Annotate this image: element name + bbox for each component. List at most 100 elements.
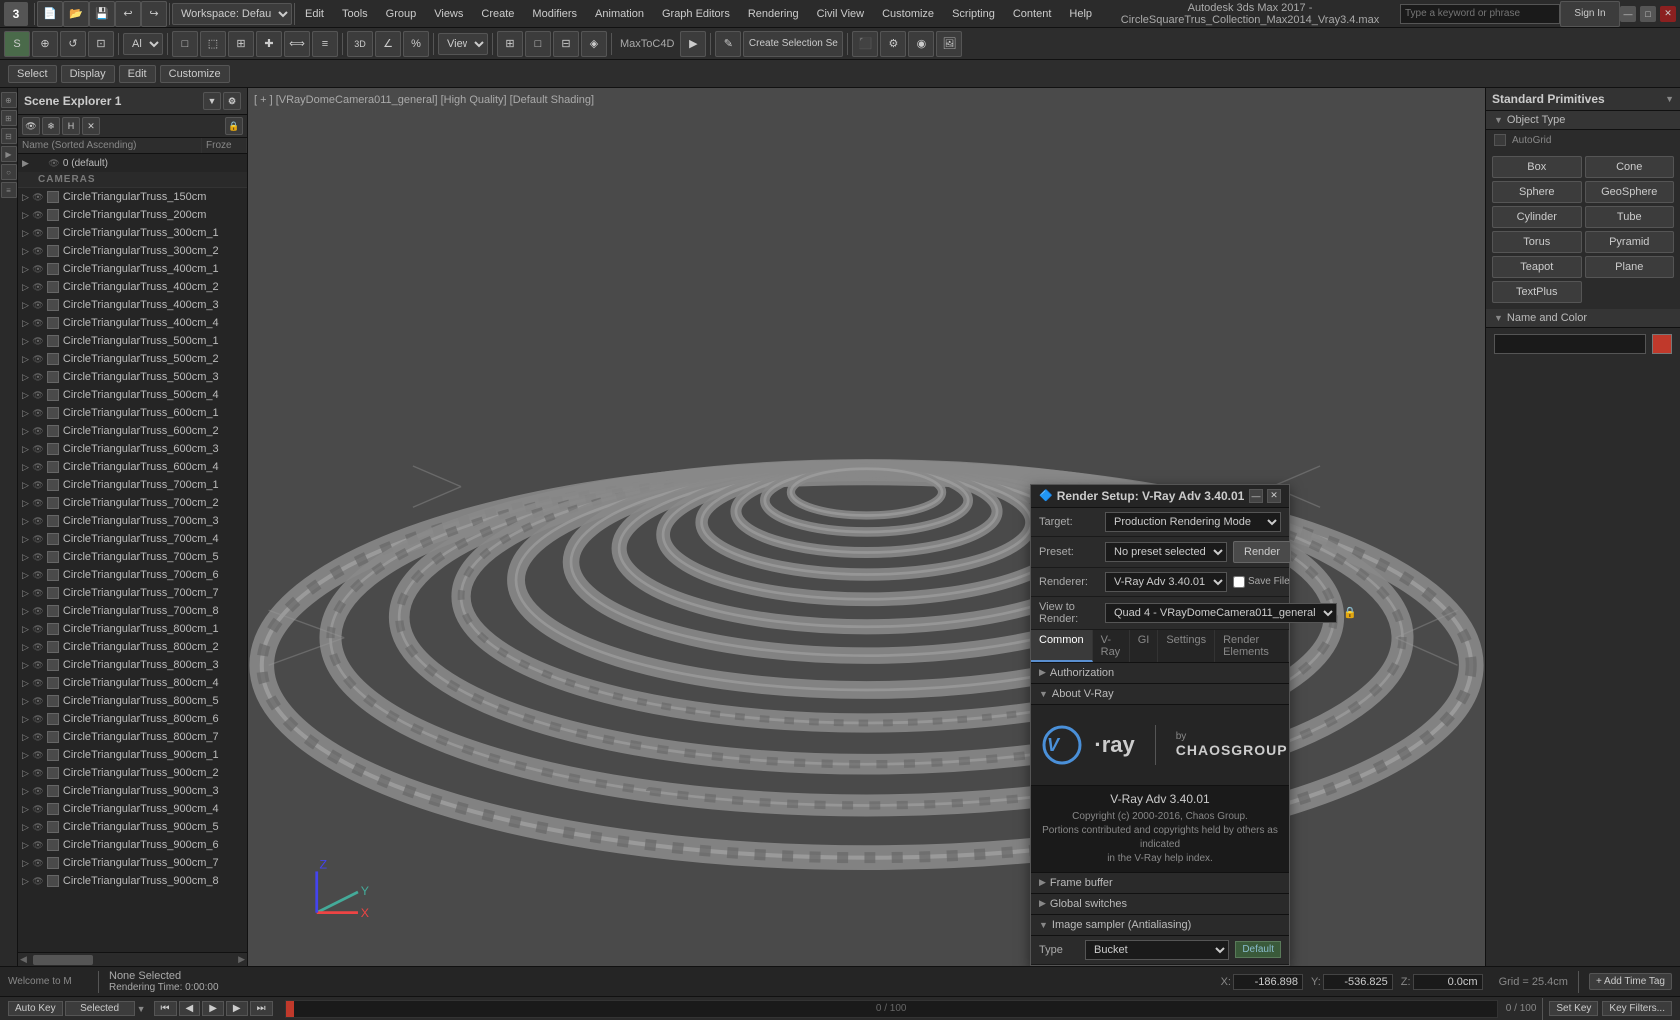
material-editor-btn[interactable]: ◉ — [908, 31, 934, 57]
list-item[interactable]: ▷👁CircleTriangularTruss_900cm_4 — [18, 800, 247, 818]
global-switches-section[interactable]: ▶ Global switches — [1031, 894, 1289, 915]
list-item[interactable]: ▷👁CircleTriangularTruss_500cm_1 — [18, 332, 247, 350]
geosphere-btn[interactable]: GeoSphere — [1585, 181, 1675, 203]
list-item[interactable]: ▷👁CircleTriangularTruss_900cm_3 — [18, 782, 247, 800]
scene-list[interactable]: ▶ 👁 0 (default) CAMERAS ▷👁CircleTriangul… — [18, 154, 247, 952]
list-item[interactable]: ▷👁CircleTriangularTruss_500cm_4 — [18, 386, 247, 404]
key-filters-btn[interactable]: Key Filters... — [1602, 1001, 1672, 1016]
list-item[interactable]: ▷👁CircleTriangularTruss_800cm_2 — [18, 638, 247, 656]
name-input[interactable] — [1494, 334, 1646, 354]
close-btn[interactable]: ✕ — [1660, 6, 1676, 22]
list-item[interactable]: ▷👁CircleTriangularTruss_700cm_3 — [18, 512, 247, 530]
viewport-shading-btn[interactable]: ◈ — [581, 31, 607, 57]
about-vray-section[interactable]: ▼ About V-Ray — [1031, 684, 1289, 705]
display-icon[interactable]: ○ — [1, 164, 17, 180]
angle-snap-btn[interactable]: ∠ — [375, 31, 401, 57]
image-sampler-section[interactable]: ▼ Image sampler (Antialiasing) — [1031, 915, 1289, 936]
tab-gi[interactable]: GI — [1130, 630, 1159, 662]
scale-btn[interactable]: ⊡ — [88, 31, 114, 57]
plane-btn[interactable]: Plane — [1585, 256, 1675, 278]
hierarchy-icon[interactable]: ⊟ — [1, 128, 17, 144]
3d-snap-btn[interactable]: 3D — [347, 31, 373, 57]
list-item[interactable]: ▷👁CircleTriangularTruss_600cm_1 — [18, 404, 247, 422]
cmd-select[interactable]: Select — [8, 65, 57, 83]
save-file-checkbox[interactable] — [1233, 576, 1245, 588]
cylinder-btn[interactable]: Cylinder — [1492, 206, 1582, 228]
target-dropdown[interactable]: Production Rendering Mode — [1105, 512, 1281, 532]
list-item[interactable]: ▷👁CircleTriangularTruss_900cm_6 — [18, 836, 247, 854]
menu-civil-view[interactable]: Civil View — [809, 6, 872, 22]
menu-customize[interactable]: Customize — [874, 6, 942, 22]
menu-group[interactable]: Group — [378, 6, 425, 22]
create-sel-btn[interactable]: Create Selection Se — [743, 31, 843, 57]
frame-buffer-section[interactable]: ▶ Frame buffer — [1031, 873, 1289, 894]
render-panel-close[interactable]: ✕ — [1267, 489, 1281, 503]
list-item[interactable]: ▷👁CircleTriangularTruss_800cm_5 — [18, 692, 247, 710]
pencil-btn[interactable]: ✎ — [715, 31, 741, 57]
color-swatch[interactable] — [1652, 334, 1672, 354]
list-item[interactable]: ▷👁CircleTriangularTruss_700cm_1 — [18, 476, 247, 494]
authorization-section[interactable]: ▶ Authorization — [1031, 663, 1289, 684]
menu-modifiers[interactable]: Modifiers — [524, 6, 585, 22]
cameras-group[interactable]: CAMERAS — [18, 172, 247, 188]
tab-vray[interactable]: V-Ray — [1093, 630, 1130, 662]
list-item[interactable]: ▷👁CircleTriangularTruss_700cm_7 — [18, 584, 247, 602]
name-and-color-section[interactable]: ▼ Name and Color — [1486, 309, 1680, 328]
menu-edit[interactable]: Edit — [297, 6, 332, 22]
menu-tools[interactable]: Tools — [334, 6, 376, 22]
maximize-btn[interactable]: □ — [1640, 6, 1656, 22]
list-item[interactable]: ▷👁CircleTriangularTruss_600cm_3 — [18, 440, 247, 458]
minimize-btn[interactable]: — — [1620, 6, 1636, 22]
list-item[interactable]: ▷👁CircleTriangularTruss_900cm_5 — [18, 818, 247, 836]
save-btn[interactable]: 💾 — [89, 1, 115, 27]
preset-dropdown[interactable]: No preset selected — [1105, 542, 1227, 562]
list-item[interactable]: ▷👁CircleTriangularTruss_600cm_2 — [18, 422, 247, 440]
list-item[interactable]: ▷👁CircleTriangularTruss_900cm_8 — [18, 872, 247, 890]
torus-btn[interactable]: Torus — [1492, 231, 1582, 253]
create-icon[interactable]: ⊕ — [1, 92, 17, 108]
list-item[interactable]: ▷👁CircleTriangularTruss_400cm_1 — [18, 260, 247, 278]
new-btn[interactable]: 📄 — [37, 1, 63, 27]
list-item[interactable]: ▷👁CircleTriangularTruss_700cm_4 — [18, 530, 247, 548]
tab-common[interactable]: Common — [1031, 630, 1093, 662]
undo-btn[interactable]: ↩ — [115, 1, 141, 27]
select-obj-btn[interactable]: □ — [172, 31, 198, 57]
timeline-track[interactable]: 0 / 100 — [285, 1000, 1498, 1018]
list-item[interactable]: ▷👁CircleTriangularTruss_900cm_2 — [18, 764, 247, 782]
mirror-btn[interactable]: ⟺ — [284, 31, 310, 57]
se-display-btn[interactable]: 👁 — [22, 117, 40, 135]
menu-help[interactable]: Help — [1061, 6, 1100, 22]
default-btn[interactable]: Default — [1235, 941, 1281, 958]
paint-select-btn[interactable]: ✚ — [256, 31, 282, 57]
viewport-cfg-btn[interactable]: ⊞ — [497, 31, 523, 57]
teapot-btn[interactable]: Teapot — [1492, 256, 1582, 278]
render-setup-btn[interactable]: ⚙ — [880, 31, 906, 57]
list-item[interactable]: ▷👁CircleTriangularTruss_300cm_2 — [18, 242, 247, 260]
cone-btn[interactable]: Cone — [1585, 156, 1675, 178]
list-item[interactable]: ▷👁CircleTriangularTruss_800cm_1 — [18, 620, 247, 638]
sphere-btn[interactable]: Sphere — [1492, 181, 1582, 203]
se-freeze-btn[interactable]: ❄ — [42, 117, 60, 135]
workspace-dropdown[interactable]: Workspace: Default — [172, 3, 292, 25]
list-item[interactable]: ▷👁CircleTriangularTruss_800cm_6 — [18, 710, 247, 728]
render-frame-btn[interactable]: 🖼 — [936, 31, 962, 57]
list-item[interactable]: ▷👁CircleTriangularTruss_300cm_1 — [18, 224, 247, 242]
list-item[interactable]: ▷👁CircleTriangularTruss_800cm_4 — [18, 674, 247, 692]
tab-settings[interactable]: Settings — [1158, 630, 1215, 662]
list-item[interactable]: ▷👁CircleTriangularTruss_400cm_4 — [18, 314, 247, 332]
menu-scripting[interactable]: Scripting — [944, 6, 1003, 22]
view-lock-btn[interactable]: 🔒 — [1343, 606, 1357, 619]
motion-icon[interactable]: ▶ — [1, 146, 17, 162]
pyramid-btn[interactable]: Pyramid — [1585, 231, 1675, 253]
utilities-icon[interactable]: ≡ — [1, 182, 17, 198]
add-time-tag-btn[interactable]: + Add Time Tag — [1589, 973, 1672, 990]
se-settings-btn[interactable]: ⚙ — [223, 92, 241, 110]
list-item[interactable]: ▷👁CircleTriangularTruss_700cm_6 — [18, 566, 247, 584]
menu-create[interactable]: Create — [473, 6, 522, 22]
scene-list-scrollbar[interactable]: ◀ ▶ — [18, 952, 247, 966]
play-btn[interactable]: ▶ — [202, 1001, 224, 1016]
set-key-btn[interactable]: Set Key — [1549, 1001, 1598, 1016]
list-item[interactable]: ▷👁CircleTriangularTruss_700cm_8 — [18, 602, 247, 620]
list-item[interactable]: ▷👁CircleTriangularTruss_800cm_3 — [18, 656, 247, 674]
view-dropdown[interactable]: View — [438, 33, 488, 55]
